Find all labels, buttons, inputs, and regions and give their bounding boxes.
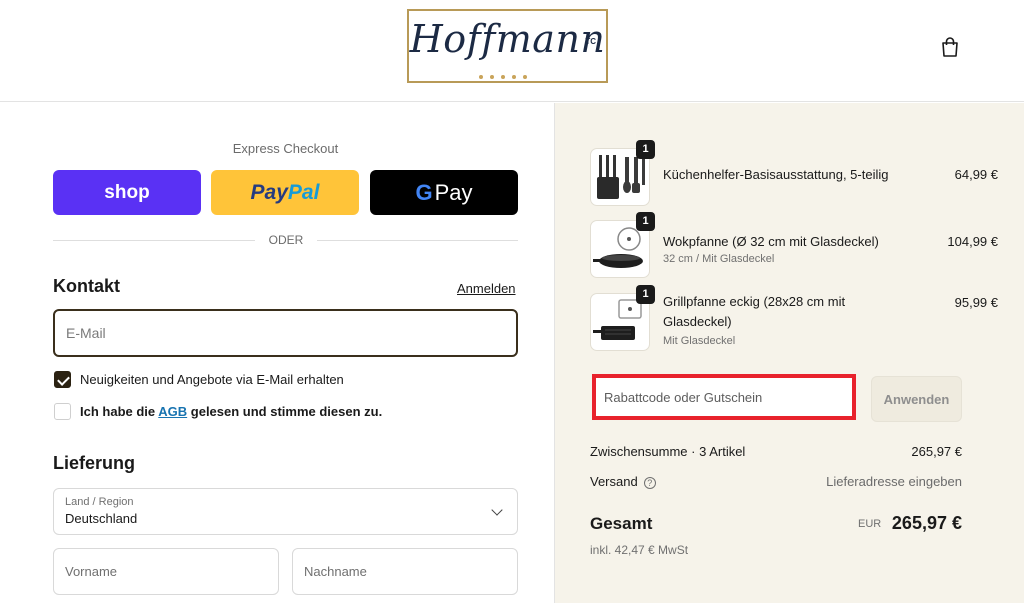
total-value: 265,97 €: [891, 513, 962, 533]
newsletter-checkbox[interactable]: [54, 371, 71, 388]
order-summary: 1 Küchenhelfer-Basisausstattung, 5-teili…: [554, 103, 1024, 603]
discount-code-input[interactable]: [596, 378, 852, 416]
lastname-input[interactable]: [292, 548, 518, 595]
paypal-button[interactable]: Pay Pal: [211, 170, 359, 215]
google-g-icon: G: [415, 179, 433, 205]
login-link[interactable]: Anmelden: [457, 281, 516, 296]
shipping-row: Versand?: [590, 474, 656, 489]
chevron-down-icon: [491, 504, 503, 516]
quantity-badge: 1: [636, 212, 655, 231]
country-value: Deutschland: [65, 511, 138, 526]
item-price: 95,99 €: [954, 295, 998, 310]
subtotal-label: Zwischensumme · 3 Artikel: [590, 444, 746, 459]
shopping-bag-icon[interactable]: [940, 36, 960, 58]
agb-label: Ich habe die AGB gelesen und stimme dies…: [80, 404, 383, 419]
express-checkout-title: Express Checkout: [232, 141, 339, 156]
email-input[interactable]: [53, 309, 518, 357]
total-label: Gesamt: [590, 514, 653, 533]
newsletter-label: Neuigkeiten und Angebote via E-Mail erha…: [80, 372, 344, 387]
logo-suffix: TC: [585, 37, 596, 46]
paypal-label-pay: Pay: [250, 180, 288, 204]
discount-field-highlight: [592, 374, 856, 420]
divider-oder: ODER: [268, 233, 304, 247]
country-select[interactable]: Land / Region Deutschland: [53, 488, 518, 535]
shipping-label: Versand: [590, 474, 638, 489]
item-name: Küchenhelfer-Basisausstattung, 5-teilig: [663, 167, 889, 182]
item-price: 64,99 €: [954, 167, 998, 182]
header: Hoffmann TC: [0, 0, 1024, 102]
checkout-form: Express Checkout shop Pay Pal G Pay ODER …: [0, 103, 554, 603]
paypal-label-pal: Pal: [287, 180, 320, 204]
divider-left: [53, 240, 255, 241]
quantity-badge: 1: [636, 285, 655, 304]
agb-link[interactable]: AGB: [158, 404, 187, 419]
shop-pay-button[interactable]: shop: [53, 170, 201, 215]
country-caption: Land / Region: [65, 496, 134, 508]
item-variant: Mit Glasdeckel: [663, 335, 736, 347]
item-name: Grillpfanne eckig (28x28 cm mit Glasdecke…: [663, 294, 846, 329]
agb-checkbox[interactable]: [54, 403, 71, 420]
item-price: 104,99 €: [947, 234, 998, 249]
contact-title: Kontakt: [53, 276, 120, 296]
question-icon[interactable]: ?: [643, 477, 656, 489]
firstname-input[interactable]: [53, 548, 279, 595]
shipping-value: Lieferadresse eingeben: [826, 474, 962, 489]
total-currency: EUR: [858, 518, 882, 530]
logo-text: Hoffmann: [409, 17, 606, 61]
google-pay-label: Pay: [434, 179, 473, 205]
apply-discount-button[interactable]: Anwenden: [871, 376, 962, 422]
delivery-title: Lieferung: [53, 453, 136, 473]
item-name: Wokpfanne (Ø 32 cm mit Glasdeckel): [663, 234, 879, 249]
divider-right: [317, 240, 518, 241]
tax-line: inkl. 42,47 € MwSt: [590, 543, 689, 557]
logo-dots: [479, 75, 527, 79]
shop-pay-label: shop: [104, 181, 150, 203]
item-variant: 32 cm / Mit Glasdeckel: [663, 253, 775, 265]
subtotal-value: 265,97 €: [911, 444, 962, 459]
google-pay-button[interactable]: G Pay: [370, 170, 518, 215]
hoffmann-logo[interactable]: Hoffmann TC: [407, 9, 608, 83]
quantity-badge: 1: [636, 140, 655, 159]
